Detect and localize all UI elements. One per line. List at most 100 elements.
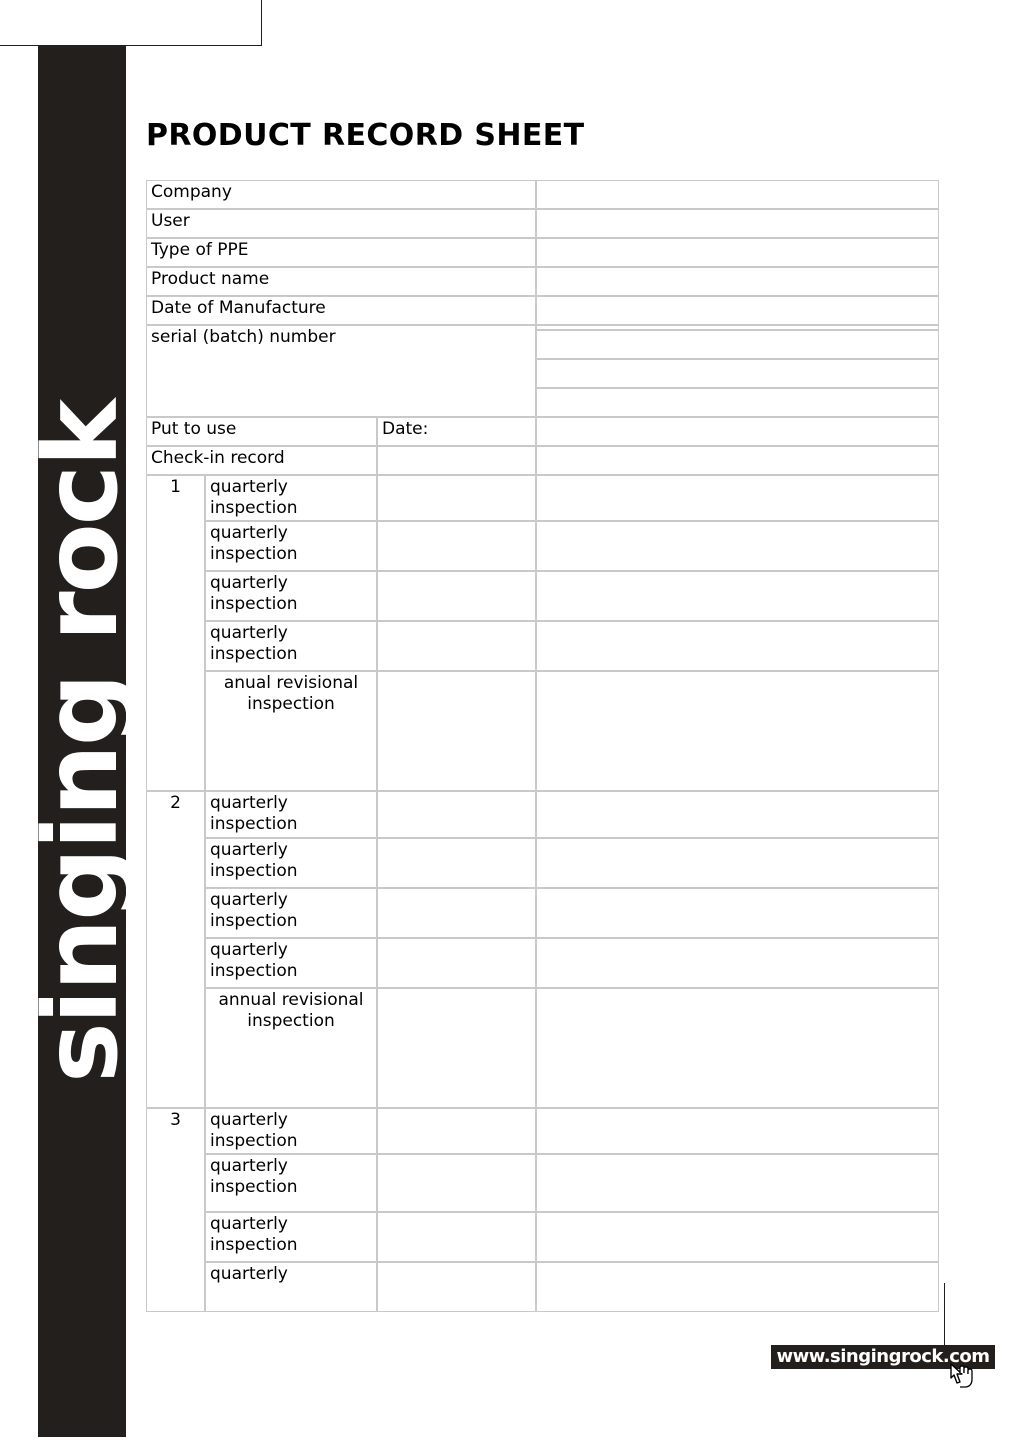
inspection-label-line1: quarterly xyxy=(210,839,288,860)
table-row-g3-quarterly-1: 3 quarterly inspection xyxy=(146,1107,940,1313)
inspection-date-g3-q4[interactable] xyxy=(377,1262,537,1313)
table-row-g3-quarterly-2: quarterly inspection xyxy=(146,1154,940,1213)
field-input-check-in-date[interactable] xyxy=(377,446,537,475)
field-input-serial-4[interactable] xyxy=(536,388,940,417)
inspection-label-line1: quarterly xyxy=(210,1109,288,1130)
inspection-label-line2: inspection xyxy=(210,497,298,518)
inspection-label-line2: inspection xyxy=(210,910,298,931)
inspection-label-g3-q4: quarterly xyxy=(205,1262,377,1313)
inspection-label-line1: quarterly xyxy=(210,523,288,544)
field-label-check-in-record: Check-in record xyxy=(146,446,377,475)
inspection-label-line1: quarterly xyxy=(210,477,288,497)
inspection-note-g3-q3[interactable] xyxy=(536,1212,940,1263)
field-input-date-of-manufacture[interactable] xyxy=(536,296,940,325)
inspection-label-line1: annual revisional xyxy=(218,989,364,1010)
inspection-label-line2: inspection xyxy=(210,860,298,881)
inspection-note-g3-q4[interactable] xyxy=(536,1262,940,1313)
inspection-note-g1-q2[interactable] xyxy=(536,521,940,572)
inspection-date-g2-q2[interactable] xyxy=(377,837,537,888)
inspection-label-g1-q3: quarterly inspection xyxy=(205,571,377,622)
inspection-label-g1-annual: anual revisional inspection xyxy=(205,671,377,792)
inspection-label-line1: quarterly xyxy=(210,939,288,960)
field-input-user[interactable] xyxy=(536,209,940,238)
inspection-label-line2: inspection xyxy=(210,960,298,981)
inspection-date-g2-annual[interactable] xyxy=(377,987,537,1108)
inspection-label-g1-q1: quarterly inspection xyxy=(205,475,377,522)
product-record-table: Company User Type of PPE Product name Da… xyxy=(146,180,940,1313)
field-input-company[interactable] xyxy=(536,180,940,209)
inspection-date-g2-q1[interactable] xyxy=(377,791,537,838)
inspection-note-g2-q1[interactable] xyxy=(536,791,940,838)
inspection-date-g1-q1[interactable] xyxy=(377,475,537,522)
inspection-note-g3-q2[interactable] xyxy=(536,1154,940,1213)
inspection-date-g2-q3[interactable] xyxy=(377,887,537,938)
inspection-note-g2-annual[interactable] xyxy=(536,987,940,1108)
field-input-serial-2[interactable] xyxy=(536,330,940,359)
group-number-1: 1 xyxy=(146,475,205,792)
inspection-label-line2: inspection xyxy=(210,644,298,665)
inspection-date-g2-q4[interactable] xyxy=(377,937,537,988)
field-input-type-of-ppe[interactable] xyxy=(536,238,940,267)
inspection-label-line2: inspection xyxy=(247,694,335,715)
field-input-check-in-note[interactable] xyxy=(536,446,940,475)
inspection-label-line2: inspection xyxy=(210,814,298,835)
brand-sidebar: singing rock xyxy=(38,46,126,1437)
table-row-g1-quarterly-1: 1 quarterly inspection xyxy=(146,475,940,792)
inspection-note-g1-q4[interactable] xyxy=(536,621,940,672)
inspection-note-g2-q3[interactable] xyxy=(536,887,940,938)
table-row-g3-quarterly-4: quarterly xyxy=(146,1262,940,1313)
inspection-label-g2-q2: quarterly inspection xyxy=(205,837,377,888)
inspection-label-line1: quarterly xyxy=(210,1264,288,1285)
inspection-note-g1-q3[interactable] xyxy=(536,571,940,622)
inspection-date-g1-annual[interactable] xyxy=(377,671,537,792)
field-label-company: Company xyxy=(146,180,537,209)
inspection-label-g1-q4: quarterly inspection xyxy=(205,621,377,672)
inspection-label-g2-annual: annual revisional inspection xyxy=(205,987,377,1108)
brand-sidebar-label: singing rock xyxy=(38,400,126,1083)
field-label-product-name: Product name xyxy=(146,267,537,296)
inspection-note-g1-q1[interactable] xyxy=(536,475,940,522)
inspection-note-g3-q1[interactable] xyxy=(536,1107,940,1155)
table-row-g1-quarterly-3: quarterly inspection xyxy=(146,571,940,622)
field-label-serial-batch-number: serial (batch) number xyxy=(146,325,537,417)
page-title: PRODUCT RECORD SHEET xyxy=(146,118,585,153)
inspection-label-line1: quarterly xyxy=(210,623,288,644)
inspection-label-line1: quarterly xyxy=(210,793,288,814)
table-row-date-of-manufacture: Date of Manufacture xyxy=(146,296,940,325)
table-row-g2-annual: annual revisional inspection xyxy=(146,987,940,1108)
field-input-product-name[interactable] xyxy=(536,267,940,296)
inspection-date-g1-q4[interactable] xyxy=(377,621,537,672)
inspection-note-g2-q4[interactable] xyxy=(536,937,940,988)
inspection-note-g2-q2[interactable] xyxy=(536,837,940,888)
table-row-type-of-ppe: Type of PPE xyxy=(146,238,940,267)
inspection-label-line1: quarterly xyxy=(210,1156,288,1177)
inspection-label-g2-q4: quarterly inspection xyxy=(205,937,377,988)
inspection-note-g1-annual[interactable] xyxy=(536,671,940,792)
table-row-user: User xyxy=(146,209,940,238)
record-table-body: Company User Type of PPE Product name Da… xyxy=(146,180,940,1313)
field-input-serial-3[interactable] xyxy=(536,359,940,388)
field-label-put-to-use: Put to use xyxy=(146,417,377,446)
inspection-label-line2: inspection xyxy=(210,1177,298,1198)
inspection-date-g3-q3[interactable] xyxy=(377,1212,537,1263)
inspection-label-g2-q3: quarterly inspection xyxy=(205,887,377,938)
table-row-product-name: Product name xyxy=(146,267,940,296)
inspection-date-g3-q2[interactable] xyxy=(377,1154,537,1213)
inspection-label-line2: inspection xyxy=(210,544,298,565)
inspection-date-g1-q3[interactable] xyxy=(377,571,537,622)
table-row-g2-quarterly-4: quarterly inspection xyxy=(146,937,940,988)
inspection-date-g3-q1[interactable] xyxy=(377,1107,537,1155)
table-row-g3-quarterly-3: quarterly inspection xyxy=(146,1212,940,1263)
inspection-label-line2: inspection xyxy=(210,1130,298,1151)
inspection-date-g1-q2[interactable] xyxy=(377,521,537,572)
table-row-company: Company xyxy=(146,180,940,209)
inspection-label-line2: inspection xyxy=(210,594,298,615)
inspection-label-line1: quarterly xyxy=(210,573,288,594)
inspection-label-g3-q1: quarterly inspection xyxy=(205,1107,377,1155)
inspection-label-g2-q1: quarterly inspection xyxy=(205,791,377,838)
field-label-date-of-manufacture: Date of Manufacture xyxy=(146,296,537,325)
inspection-label-line1: quarterly xyxy=(210,1214,288,1235)
table-row-g2-quarterly-1: 2 quarterly inspection xyxy=(146,791,940,1108)
field-input-put-to-use[interactable] xyxy=(536,417,940,446)
table-row-put-to-use: Put to use Date: xyxy=(146,417,940,446)
